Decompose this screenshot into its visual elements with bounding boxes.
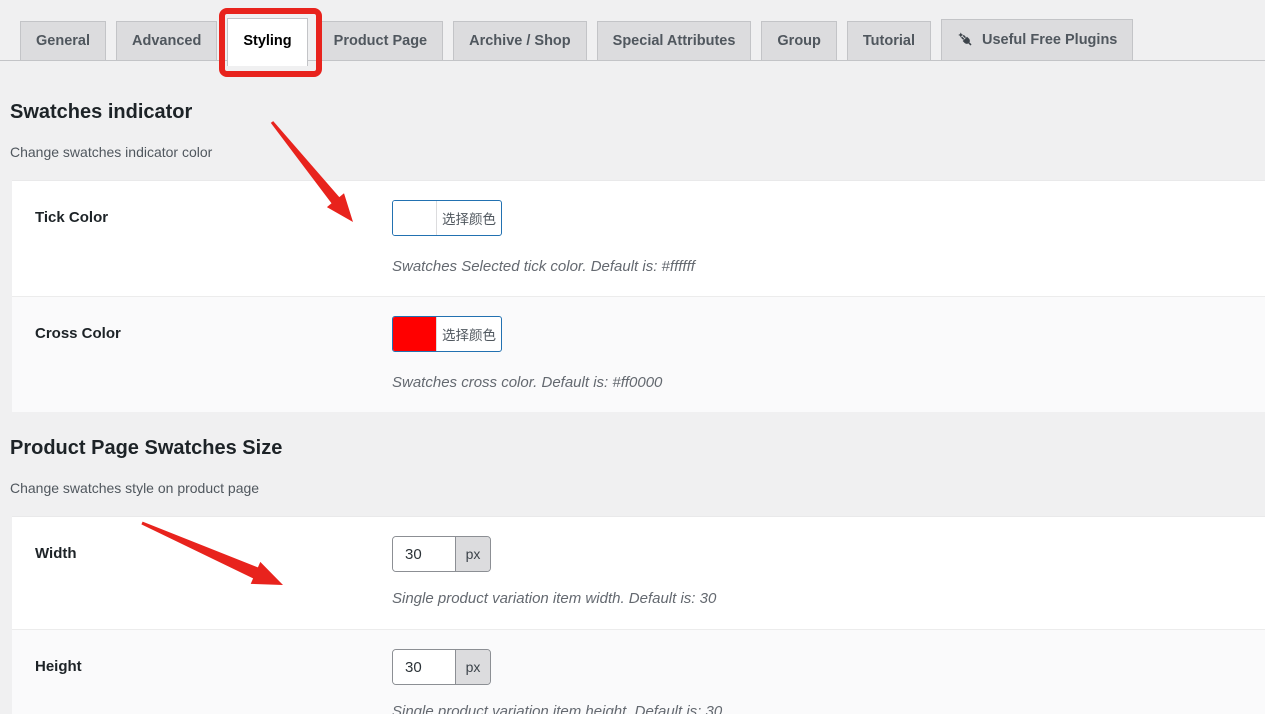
- setting-description: Swatches Selected tick color. Default is…: [392, 257, 1245, 277]
- setting-description: Single product variation item height. De…: [392, 702, 1245, 714]
- setting-row-width: Width px Single product variation item w…: [12, 517, 1265, 629]
- tab-useful-free-plugins[interactable]: Useful Free Plugins: [941, 19, 1133, 61]
- select-color-label: 选择颜色: [437, 317, 501, 351]
- section-title: Swatches indicator: [10, 100, 1265, 124]
- width-input-group: px: [392, 536, 491, 572]
- tab-styling[interactable]: Styling: [227, 18, 307, 66]
- section-title: Product Page Swatches Size: [10, 436, 1265, 460]
- setting-description: Single product variation item width. Def…: [392, 589, 1245, 609]
- setting-label: Width: [35, 536, 392, 610]
- tab-general[interactable]: General: [20, 21, 106, 61]
- unit-label: px: [455, 650, 490, 684]
- setting-label: Cross Color: [35, 316, 392, 393]
- tab-advanced[interactable]: Advanced: [116, 21, 217, 61]
- height-input[interactable]: [393, 650, 455, 684]
- settings-table: Width px Single product variation item w…: [12, 516, 1265, 714]
- height-input-group: px: [392, 649, 491, 685]
- unit-label: px: [455, 537, 490, 571]
- plugin-icon: [957, 31, 975, 49]
- section-product-page-swatches-size: Product Page Swatches Size Change swatch…: [0, 412, 1265, 714]
- setting-row-cross-color: Cross Color 选择颜色 Swatches cross color. D…: [12, 296, 1265, 412]
- tab-product-page[interactable]: Product Page: [318, 21, 443, 61]
- setting-control: px Single product variation item width. …: [392, 536, 1245, 610]
- setting-row-tick-color: Tick Color 选择颜色 Swatches Selected tick c…: [12, 181, 1265, 296]
- select-color-label: 选择颜色: [437, 201, 501, 235]
- section-swatches-indicator: Swatches indicator Change swatches indic…: [0, 61, 1265, 412]
- section-subtitle: Change swatches indicator color: [10, 144, 1265, 161]
- setting-control: px Single product variation item height.…: [392, 649, 1245, 714]
- cross-color-swatch: [393, 317, 437, 351]
- setting-row-height: Height px Single product variation item …: [12, 629, 1265, 714]
- section-header: Swatches indicator Change swatches indic…: [0, 61, 1265, 161]
- setting-description: Swatches cross color. Default is: #ff000…: [392, 373, 1245, 393]
- tab-label: Useful Free Plugins: [982, 32, 1117, 48]
- settings-tab-bar: General Advanced Styling Product Page Ar…: [0, 0, 1265, 61]
- cross-color-picker-button[interactable]: 选择颜色: [392, 316, 502, 352]
- section-subtitle: Change swatches style on product page: [10, 480, 1265, 497]
- section-header: Product Page Swatches Size Change swatch…: [0, 412, 1265, 497]
- setting-control: 选择颜色 Swatches cross color. Default is: #…: [392, 316, 1245, 393]
- settings-table: Tick Color 选择颜色 Swatches Selected tick c…: [12, 180, 1265, 412]
- setting-control: 选择颜色 Swatches Selected tick color. Defau…: [392, 200, 1245, 277]
- plugin-settings-page: General Advanced Styling Product Page Ar…: [0, 0, 1265, 714]
- tick-color-swatch: [393, 201, 437, 235]
- tick-color-picker-button[interactable]: 选择颜色: [392, 200, 502, 236]
- setting-label: Height: [35, 649, 392, 714]
- tab-special-attributes[interactable]: Special Attributes: [597, 21, 752, 61]
- setting-label: Tick Color: [35, 200, 392, 277]
- tab-tutorial[interactable]: Tutorial: [847, 21, 931, 61]
- width-input[interactable]: [393, 537, 455, 571]
- tab-archive-shop[interactable]: Archive / Shop: [453, 21, 587, 61]
- tab-group[interactable]: Group: [761, 21, 837, 61]
